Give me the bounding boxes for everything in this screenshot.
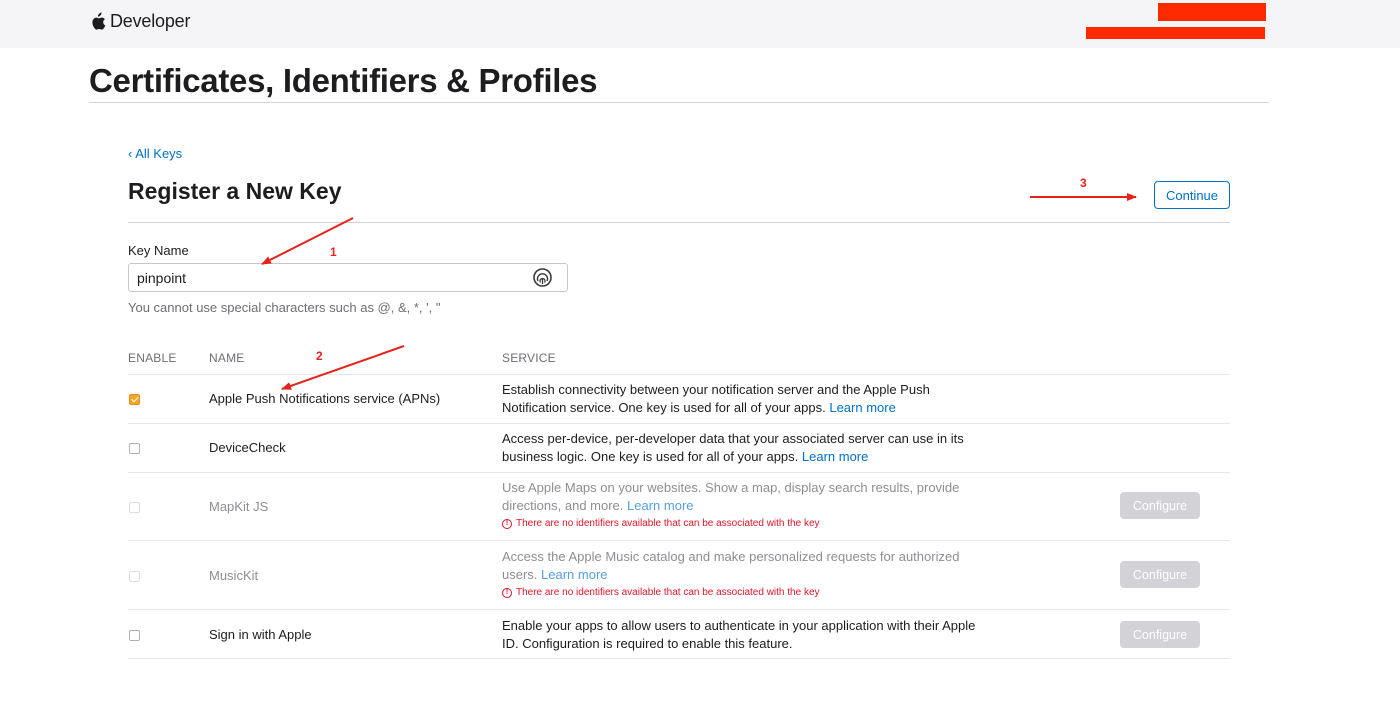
service-description: Use Apple Maps on your websites. Show a … bbox=[502, 479, 987, 514]
mapkit-js-checkbox bbox=[129, 502, 140, 513]
page-title: Certificates, Identifiers & Profiles bbox=[89, 62, 598, 99]
key-name-hint: You cannot use special characters such a… bbox=[128, 300, 441, 315]
error-icon: ! bbox=[502, 518, 512, 529]
column-header-name: NAME bbox=[209, 351, 245, 365]
row-divider bbox=[128, 609, 1230, 610]
row-divider bbox=[128, 540, 1230, 541]
back-to-all-keys-link[interactable]: ‹ All Keys bbox=[128, 146, 182, 161]
configure-button: Configure bbox=[1120, 561, 1200, 588]
sign-in-with-apple-checkbox[interactable] bbox=[129, 630, 140, 641]
global-header: Developer bbox=[0, 0, 1400, 48]
brand-label: Developer bbox=[110, 11, 191, 31]
error-message: ! There are no identifiers available tha… bbox=[502, 587, 820, 598]
annotation-arrow-1 bbox=[261, 217, 354, 265]
configure-button: Configure bbox=[1120, 492, 1200, 519]
apple-logo-icon bbox=[90, 12, 106, 31]
redacted-account-name bbox=[1158, 3, 1266, 21]
description-text: Use Apple Maps on your websites. Show a … bbox=[502, 480, 960, 513]
error-text: There are no identifiers available that … bbox=[516, 518, 820, 529]
musickit-checkbox bbox=[129, 571, 140, 582]
section-title: Register a New Key bbox=[128, 178, 342, 204]
column-header-service: SERVICE bbox=[502, 351, 556, 365]
table-divider bbox=[128, 374, 1230, 375]
learn-more-link[interactable]: Learn more bbox=[802, 449, 868, 464]
service-name: DeviceCheck bbox=[209, 440, 286, 455]
service-description: Access per-device, per-developer data th… bbox=[502, 430, 987, 465]
annotation-label-3: 3 bbox=[1080, 176, 1087, 190]
error-icon: ! bbox=[502, 587, 512, 598]
annotation-label-2: 2 bbox=[316, 349, 323, 363]
devicecheck-checkbox[interactable] bbox=[129, 443, 140, 454]
service-description: Establish connectivity between your noti… bbox=[502, 381, 987, 416]
redacted-account-team bbox=[1086, 27, 1265, 39]
service-description: Enable your apps to allow users to authe… bbox=[502, 617, 987, 652]
row-divider bbox=[128, 472, 1230, 473]
error-text: There are no identifiers available that … bbox=[516, 587, 820, 598]
section-divider bbox=[128, 222, 1230, 223]
service-name: MusicKit bbox=[209, 568, 259, 583]
key-name-label: Key Name bbox=[128, 243, 189, 258]
row-divider bbox=[128, 658, 1230, 659]
row-divider bbox=[128, 423, 1230, 424]
description-text: Access per-device, per-developer data th… bbox=[502, 431, 964, 464]
learn-more-link[interactable]: Learn more bbox=[541, 567, 607, 582]
key-name-input[interactable] bbox=[129, 264, 519, 291]
autofill-key-icon[interactable] bbox=[532, 267, 553, 288]
error-message: ! There are no identifiers available tha… bbox=[502, 518, 820, 529]
continue-button[interactable]: Continue bbox=[1154, 181, 1230, 209]
service-name: Apple Push Notifications service (APNs) bbox=[209, 391, 441, 406]
learn-more-link[interactable]: Learn more bbox=[627, 498, 693, 513]
service-description: Access the Apple Music catalog and make … bbox=[502, 548, 987, 583]
annotation-arrow-2 bbox=[281, 345, 405, 390]
service-name: Sign in with Apple bbox=[209, 627, 312, 642]
configure-button: Configure bbox=[1120, 621, 1200, 648]
apns-checkbox[interactable] bbox=[129, 394, 140, 405]
annotation-label-1: 1 bbox=[330, 245, 337, 259]
developer-home-link[interactable]: Developer bbox=[90, 11, 190, 32]
description-text: Enable your apps to allow users to authe… bbox=[502, 618, 976, 651]
title-divider bbox=[89, 102, 1269, 103]
learn-more-link[interactable]: Learn more bbox=[829, 400, 895, 415]
key-name-field[interactable] bbox=[128, 263, 568, 292]
service-name: MapKit JS bbox=[209, 499, 269, 514]
column-header-enable: ENABLE bbox=[128, 351, 177, 365]
